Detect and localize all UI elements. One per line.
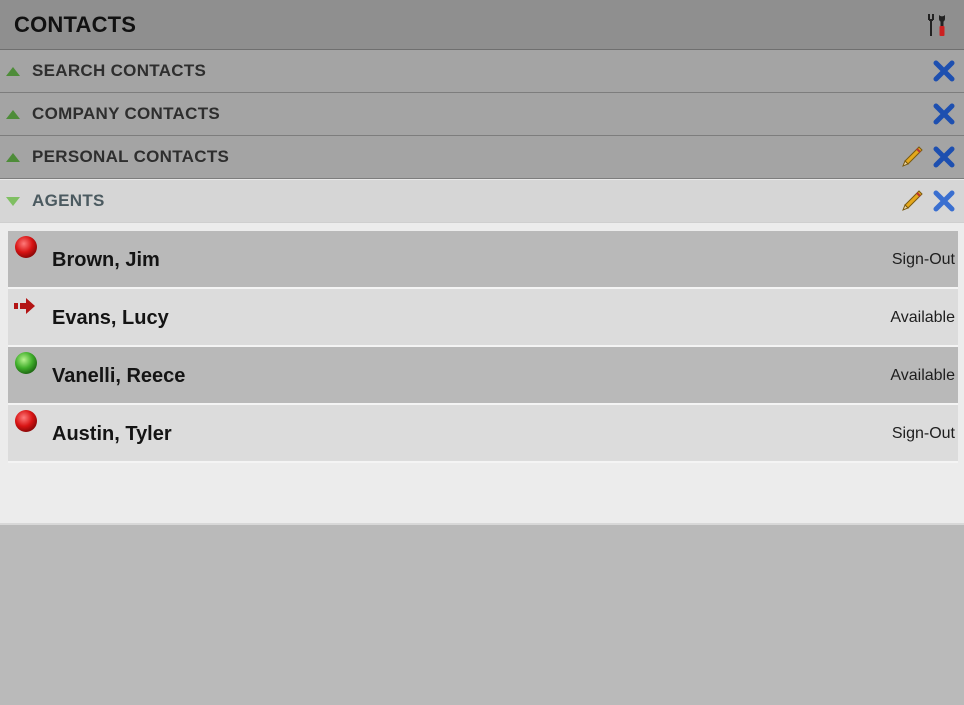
close-icon[interactable] — [932, 59, 956, 83]
agent-name: Vanelli, Reece — [52, 365, 186, 387]
agent-name: Austin, Tyler — [52, 423, 172, 445]
section-label: SEARCH CONTACTS — [32, 61, 207, 80]
section-agents: AGENTS — [0, 179, 964, 223]
section-toggle-company-contacts[interactable]: COMPANY CONTACTS — [6, 104, 220, 124]
contacts-panel: CONTACTS SEARCH CONTACTS COMPANY CONTACT… — [0, 0, 964, 525]
section-toggle-personal-contacts[interactable]: PERSONAL CONTACTS — [6, 147, 229, 167]
red-arrow-icon — [13, 293, 39, 319]
pencil-icon[interactable] — [900, 189, 924, 213]
agent-name: Evans, Lucy — [52, 307, 169, 329]
pencil-icon[interactable] — [900, 145, 924, 169]
agent-status: Available — [890, 309, 955, 326]
agent-status: Available — [890, 367, 955, 384]
agents-list: Brown, Jim Sign-Out Evans, Lucy Availabl… — [0, 223, 964, 525]
green-dot-icon — [13, 351, 39, 377]
section-personal-contacts: PERSONAL CONTACTS — [0, 136, 964, 179]
red-dot-icon — [13, 409, 39, 435]
agent-row[interactable]: Brown, Jim Sign-Out — [8, 231, 958, 289]
page-title: CONTACTS — [14, 11, 137, 37]
agent-status: Sign-Out — [891, 251, 955, 268]
section-search-contacts: SEARCH CONTACTS — [0, 50, 964, 93]
contacts-header: CONTACTS — [0, 0, 964, 50]
close-icon[interactable] — [932, 102, 956, 126]
section-toggle-search-contacts[interactable]: SEARCH CONTACTS — [6, 61, 206, 81]
agent-name: Brown, Jim — [52, 249, 160, 271]
section-label: PERSONAL CONTACTS — [32, 147, 230, 166]
section-label: AGENTS — [32, 191, 105, 210]
section-label: COMPANY CONTACTS — [32, 104, 221, 123]
agent-row[interactable]: Austin, Tyler Sign-Out — [8, 405, 958, 463]
collapse-arrow-icon — [6, 109, 20, 119]
expand-arrow-icon — [6, 196, 20, 206]
agent-row[interactable]: Vanelli, Reece Available — [8, 347, 958, 405]
red-dot-icon — [13, 235, 39, 261]
agent-status: Sign-Out — [891, 425, 955, 442]
close-icon[interactable] — [932, 189, 956, 213]
close-icon[interactable] — [932, 145, 956, 169]
collapse-arrow-icon — [6, 66, 20, 76]
section-company-contacts: COMPANY CONTACTS — [0, 93, 964, 136]
collapse-arrow-icon — [6, 152, 20, 162]
section-toggle-agents[interactable]: AGENTS — [6, 191, 105, 211]
agent-row[interactable]: Evans, Lucy Available — [8, 289, 958, 347]
tools-icon[interactable] — [926, 12, 950, 38]
